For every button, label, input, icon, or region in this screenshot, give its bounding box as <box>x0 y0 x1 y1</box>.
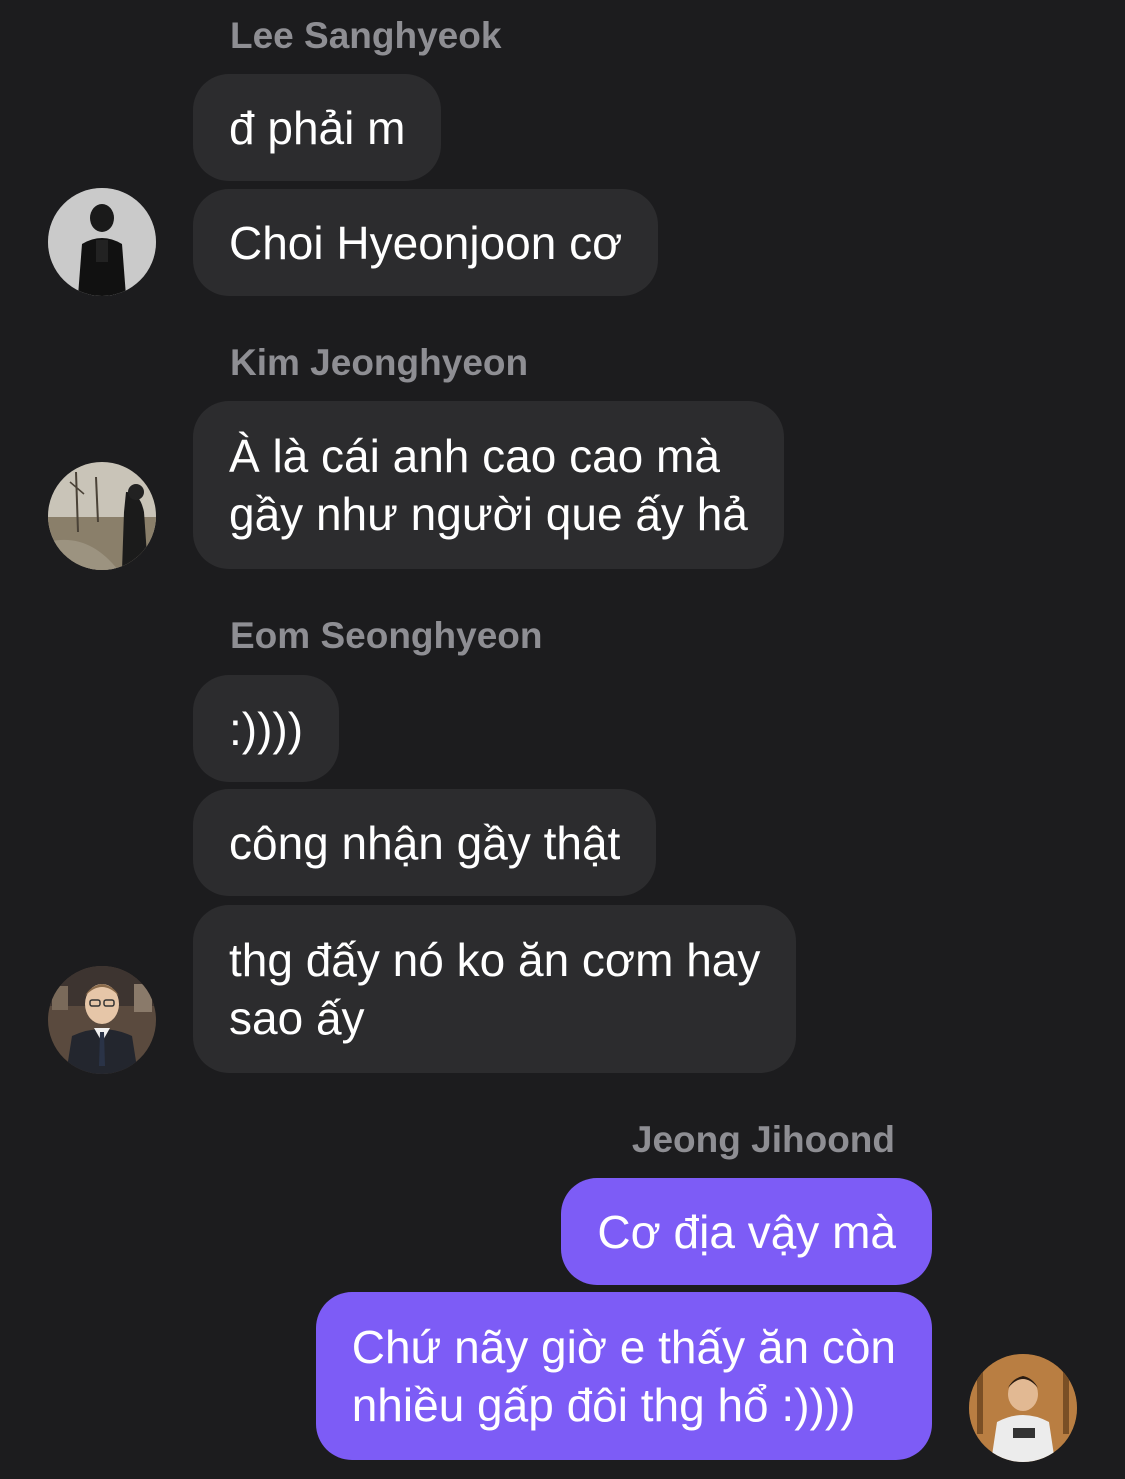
message-text: sao ấy <box>229 992 365 1044</box>
message-bubble[interactable]: Chứ nãy giờ e thấy ăn còn nhiều gấp đôi … <box>315 1292 932 1460</box>
avatar[interactable] <box>48 188 156 296</box>
message-text: công nhận gầy thật <box>229 816 621 869</box>
message-bubble[interactable]: công nhận gầy thật <box>193 789 657 896</box>
message-bubble[interactable]: À là cái anh cao cao mà gầy như người qu… <box>193 401 784 569</box>
message-text: Chứ nãy giờ e thấy ăn còn <box>351 1321 896 1373</box>
message-bubble[interactable]: thg đấy nó ko ăn cơm hay sao ấy <box>193 905 797 1073</box>
avatar-photo-icon <box>48 188 156 296</box>
message-text: Choi Hyeonjoon cơ <box>229 216 623 269</box>
message-text: đ phải m <box>229 101 406 154</box>
message-bubble[interactable]: đ phải m <box>193 74 442 181</box>
sender-name: Lee Sanghyeok <box>230 15 502 56</box>
message-bubble[interactable]: Cơ địa vậy mà <box>561 1178 932 1285</box>
message-text: gầy như người que ấy hả <box>229 488 748 540</box>
avatar-photo-icon <box>48 966 156 1074</box>
avatar[interactable] <box>969 1354 1077 1462</box>
sender-name: Eom Seonghyeon <box>230 615 543 656</box>
message-text: :)))) <box>229 702 304 755</box>
avatar[interactable] <box>48 966 156 1074</box>
message-text: Cơ địa vậy mà <box>597 1205 896 1258</box>
sender-name: Jeong Jihoond <box>631 1119 895 1160</box>
sender-name: Kim Jeonghyeon <box>230 342 529 383</box>
message-text: nhiều gấp đôi thg hổ :)))) <box>351 1379 856 1431</box>
avatar-photo-icon <box>48 462 156 570</box>
message-bubble[interactable]: Choi Hyeonjoon cơ <box>193 189 659 296</box>
avatar[interactable] <box>48 462 156 570</box>
message-text: À là cái anh cao cao mà <box>229 430 720 482</box>
message-text: thg đấy nó ko ăn cơm hay <box>229 934 761 986</box>
avatar-photo-icon <box>969 1354 1077 1462</box>
message-bubble[interactable]: :)))) <box>193 675 340 782</box>
